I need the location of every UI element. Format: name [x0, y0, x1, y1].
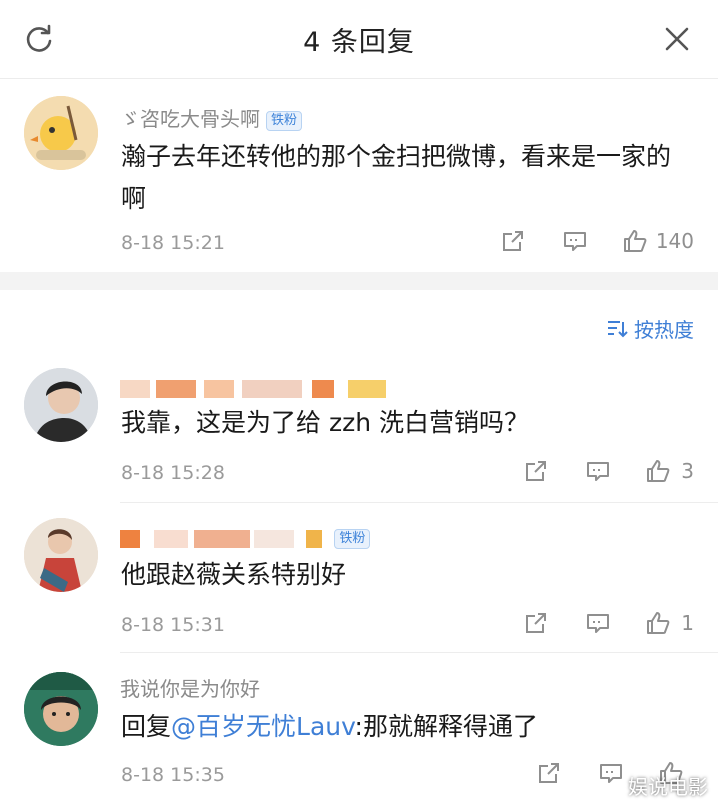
- avatar[interactable]: [24, 368, 98, 442]
- share-icon: [502, 231, 523, 251]
- duck-avatar-image: [24, 96, 98, 170]
- fan-badge: 铁粉: [334, 528, 371, 549]
- reply-time: 8-18 15:31: [121, 614, 225, 636]
- reply-text: 我靠，这是为了给 zzh 洗白营销吗？: [121, 408, 529, 437]
- commenter-name[interactable]: ゞ咨吃大骨头啊 铁粉: [120, 106, 303, 132]
- avatar[interactable]: [24, 518, 98, 592]
- share-icon: [539, 763, 559, 783]
- reply-actions: 3: [523, 458, 694, 484]
- reply-item: 铁粉 他跟赵薇关系特别好 8-18 15:31 1: [0, 508, 718, 648]
- reply-text: 他跟赵薇关系特别好: [121, 560, 347, 589]
- comment-icon: [563, 232, 586, 251]
- reply-button[interactable]: [562, 228, 588, 254]
- main-comment: ゞ咨吃大骨头啊 铁粉 瀚子去年还转他的那个金扫把微博，看来是一家的啊 8-18 1…: [0, 80, 718, 270]
- watermark: 娱说电影: [628, 775, 708, 799]
- avatar[interactable]: [24, 96, 98, 170]
- fan-badge: 铁粉: [266, 110, 303, 131]
- reply-text: 回复@百岁无忧Lauv:那就解释得通了: [121, 712, 538, 741]
- commenter-name[interactable]: 铁粉: [120, 524, 371, 550]
- commenter-name[interactable]: 我说你是为你好: [120, 676, 260, 702]
- reply-time: 8-18 15:35: [121, 764, 225, 786]
- share-button[interactable]: [523, 458, 549, 484]
- reply-button[interactable]: [598, 760, 624, 786]
- comment-text: 瀚子去年还转他的那个金扫把微博，看来是一家的啊: [121, 142, 672, 213]
- comment-time: 8-18 15:21: [121, 232, 225, 254]
- divider: [120, 652, 718, 653]
- share-icon: [526, 613, 547, 633]
- thumbs-up-icon: [647, 612, 670, 634]
- reply-item: 我靠，这是为了给 zzh 洗白营销吗？ 8-18 15:28 3: [0, 360, 718, 500]
- comment-icon: [587, 462, 610, 481]
- divider: [120, 502, 718, 503]
- thumbs-up-icon: [647, 460, 670, 482]
- comment-icon: [600, 764, 622, 783]
- mention-link[interactable]: @百岁无忧Lauv: [171, 712, 355, 741]
- reply-time: 8-18 15:28: [121, 462, 225, 484]
- like-count: 140: [655, 229, 694, 253]
- comment-icon: [587, 614, 610, 633]
- commenter-name[interactable]: [120, 374, 386, 400]
- user-avatar-image: [24, 368, 98, 442]
- reply-actions: 1: [523, 610, 694, 636]
- reply-button[interactable]: [585, 610, 611, 636]
- avatar[interactable]: [24, 672, 98, 746]
- sort-by-hot-button[interactable]: 按热度: [606, 314, 694, 343]
- section-gap: [0, 272, 718, 290]
- share-button[interactable]: [500, 228, 526, 254]
- like-button[interactable]: 1: [645, 610, 694, 636]
- reply-button[interactable]: [585, 458, 611, 484]
- like-count: 1: [681, 611, 694, 635]
- like-button[interactable]: 140: [622, 228, 694, 254]
- share-button[interactable]: [536, 760, 562, 786]
- close-icon: [665, 27, 689, 51]
- thumbs-up-icon: [623, 230, 647, 252]
- sort-icon: [608, 320, 628, 337]
- close-button[interactable]: [660, 22, 694, 56]
- comment-actions: 140: [500, 228, 694, 254]
- like-count: 3: [681, 459, 694, 483]
- user-avatar-image: [24, 518, 98, 592]
- user-avatar-image: [24, 672, 98, 746]
- dialog-header: 4 条回复: [0, 0, 718, 79]
- share-button[interactable]: [523, 610, 549, 636]
- like-button[interactable]: 3: [645, 458, 694, 484]
- share-icon: [526, 461, 547, 481]
- reply-item: 我说你是为你好 回复@百岁无忧Lauv:那就解释得通了 8-18 15:35: [0, 660, 718, 808]
- dialog-title: 4 条回复: [303, 27, 415, 58]
